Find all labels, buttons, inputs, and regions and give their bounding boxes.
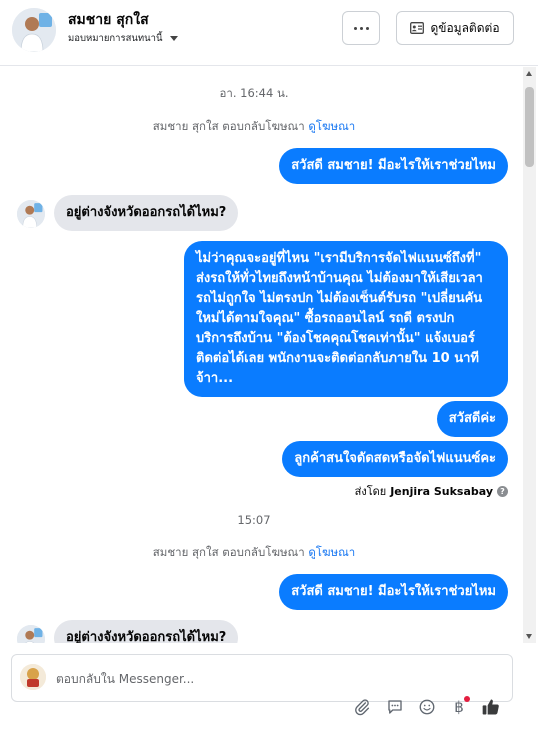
view-ad-link[interactable]: ดูโฆษณา: [308, 119, 355, 133]
timestamp: อา. 16:44 น.: [219, 86, 289, 100]
ad-reply-note: สมชาย สุกใส ตอบกลับโฆษณา ดูโฆษณา: [0, 118, 508, 136]
message-thread: อา. 16:44 น. สมชาย สุกใส ตอบกลับโฆษณา ดู…: [0, 67, 538, 643]
scroll-down-arrow-icon[interactable]: [526, 634, 532, 639]
help-icon[interactable]: ?: [497, 485, 508, 497]
outgoing-message[interactable]: สวัสดี สมชาย! มีอะไรให้เราช่วยไหม: [279, 574, 508, 610]
view-contact-info-button[interactable]: ดูข้อมูลติดต่อ: [396, 11, 514, 45]
more-dot: [359, 26, 363, 30]
page-logo-icon: [20, 664, 46, 690]
sent-by-prefix: ส่งโดย: [354, 485, 387, 498]
assign-conversation-dropdown[interactable]: มอบหมายการสนทนานี้: [68, 31, 178, 46]
reply-input[interactable]: ตอบกลับใน Messenger...: [56, 670, 194, 689]
sent-by-line: ส่งโดย Jenjira Suksabay ?: [355, 482, 508, 500]
ad-reply-note: สมชาย สุกใส ตอบกลับโฆษณา ดูโฆษณา: [0, 544, 508, 562]
person-photo-icon: [12, 8, 56, 52]
composer-toolbar: ฿: [0, 694, 538, 724]
thumbs-up-glyph: [482, 699, 499, 715]
conversation-header: สมชาย สุกใส มอบหมายการสนทนานี้ ดูข้อมูลต…: [0, 0, 538, 66]
scrollbar-thumb[interactable]: [525, 87, 534, 167]
chat-dots-glyph: [388, 700, 402, 714]
outgoing-message[interactable]: สวัสดี สมชาย! มีอะไรให้เราช่วยไหม: [279, 148, 508, 184]
paperclip-glyph: [355, 699, 370, 716]
page-avatar: [20, 664, 46, 690]
notification-dot: [464, 696, 470, 702]
view-contact-info-label: ดูข้อมูลติดต่อ: [430, 20, 500, 35]
timestamp: 15:07: [237, 513, 271, 527]
person-photo-icon: [17, 200, 45, 228]
outgoing-message[interactable]: สวัสดีค่ะ: [436, 401, 508, 437]
contact-card-icon: [410, 22, 425, 34]
smiley-glyph: [419, 699, 435, 715]
incoming-message[interactable]: อยู่ต่างจังหวัดออกรถได้ไหม?: [54, 620, 239, 643]
saved-reply-icon[interactable]: [384, 696, 406, 718]
caret-down-icon: [169, 36, 178, 41]
more-horizontal-icon: [353, 26, 357, 30]
outgoing-message[interactable]: ไม่ว่าคุณจะอยู่ที่ไหน "เรามีบริการจัดไฟแ…: [184, 241, 508, 397]
emoji-icon[interactable]: [416, 696, 438, 718]
assign-conversation-label: มอบหมายการสนทนานี้: [68, 33, 163, 44]
payment-icon[interactable]: ฿: [448, 696, 470, 718]
view-ad-link[interactable]: ดูโฆษณา: [308, 545, 355, 559]
incoming-message[interactable]: อยู่ต่างจังหวัดออกรถได้ไหม?: [54, 195, 239, 231]
sender-avatar: [17, 625, 45, 643]
attachment-icon[interactable]: [351, 696, 373, 718]
more-options-button[interactable]: [342, 11, 380, 45]
ad-reply-text: สมชาย สุกใส ตอบกลับโฆษณา: [152, 119, 305, 133]
baht-glyph: ฿: [454, 698, 464, 716]
like-icon[interactable]: [480, 696, 502, 718]
ad-reply-text: สมชาย สุกใส ตอบกลับโฆษณา: [152, 545, 305, 559]
contact-name[interactable]: สมชาย สุกใส: [68, 9, 149, 31]
scroll-up-arrow-icon[interactable]: [526, 71, 532, 76]
contact-avatar[interactable]: [12, 8, 56, 52]
more-dot: [365, 26, 369, 30]
person-photo-icon: [17, 625, 45, 643]
outgoing-message[interactable]: ลูกค้าสนใจดัดสดหรือจัดไฟแนนซ์คะ: [282, 441, 508, 477]
sender-name[interactable]: Jenjira Suksabay: [390, 485, 493, 498]
thread-scrollbar[interactable]: [523, 67, 536, 643]
sender-avatar: [17, 200, 45, 228]
